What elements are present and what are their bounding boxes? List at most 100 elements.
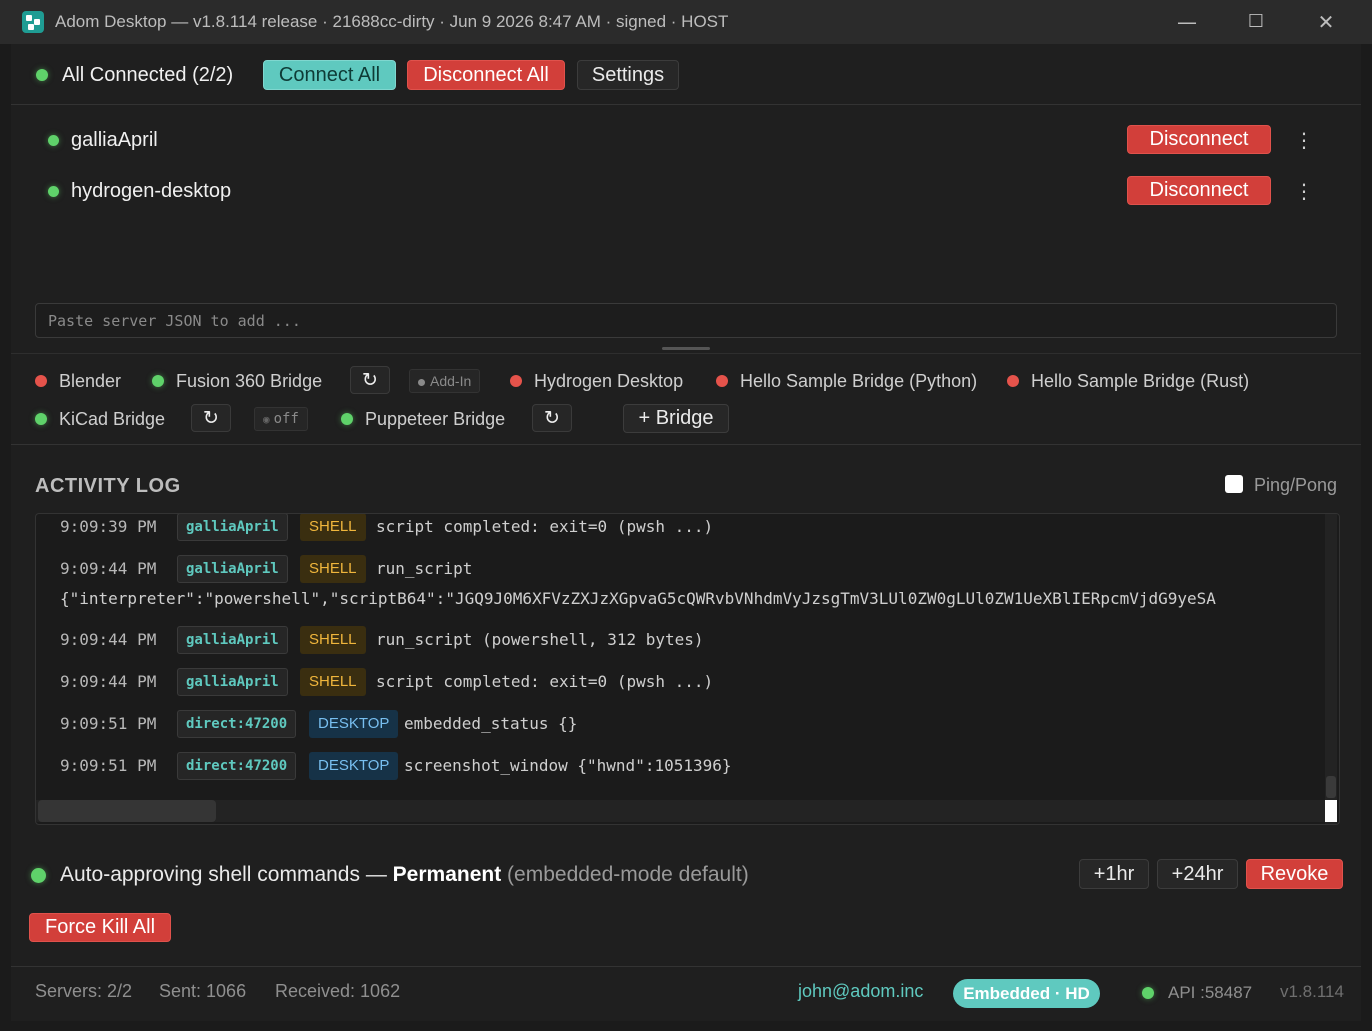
log-type-shell: SHELL	[300, 514, 366, 541]
server-json-input[interactable]	[35, 303, 1337, 338]
scrollbar-corner	[1325, 800, 1337, 822]
vertical-scrollbar-thumb[interactable]	[1326, 776, 1336, 798]
log-source: galliaApril	[177, 668, 288, 696]
maximize-icon[interactable]: ☐	[1241, 8, 1271, 36]
bridge-status-dot	[341, 413, 353, 425]
log-type-desktop: DESKTOP	[309, 710, 399, 738]
server-status-dot	[48, 135, 59, 146]
more-options-icon[interactable]: ⋮	[1294, 130, 1314, 150]
disconnect-server-button[interactable]: Disconnect	[1127, 176, 1271, 205]
settings-button[interactable]: Settings	[577, 60, 679, 90]
minimize-icon[interactable]: —	[1172, 8, 1202, 36]
log-source: direct:47200	[177, 752, 297, 780]
received-count: Received: 1062	[275, 981, 401, 1001]
log-time: 9:09:51 PM	[60, 714, 157, 733]
bridge-blender[interactable]: Blender	[59, 371, 121, 392]
connection-status: All Connected (2/2)	[62, 64, 234, 86]
divider	[11, 353, 1361, 354]
bridge-hydrogen-desktop[interactable]: Hydrogen Desktop	[534, 371, 683, 392]
log-type-shell: SHELL	[300, 626, 366, 654]
approval-status-dot	[31, 868, 46, 883]
eye-off-icon: ◉	[263, 413, 270, 426]
add-in-label: Add-In	[430, 373, 472, 389]
reload-icon[interactable]: ↻	[191, 404, 231, 432]
ping-pong-checkbox[interactable]	[1225, 475, 1243, 493]
bridge-kicad[interactable]: KiCad Bridge	[59, 409, 165, 430]
bridge-status-dot	[716, 375, 728, 387]
add-in-tag[interactable]: Add-In	[409, 369, 481, 393]
reload-icon[interactable]: ↻	[532, 404, 572, 432]
server-name: galliaApril	[71, 129, 158, 151]
approval-mode: Permanent	[392, 863, 502, 886]
approval-label: Auto-approving shell commands —	[60, 863, 393, 886]
horizontal-scrollbar[interactable]	[36, 800, 1325, 822]
add-in-dot-icon	[418, 378, 425, 386]
ping-pong-label: Ping/Pong	[1254, 475, 1338, 495]
servers-count: Servers: 2/2	[35, 981, 133, 1001]
reload-icon[interactable]: ↻	[350, 366, 390, 394]
mode-badge: Embedded · HD	[953, 979, 1100, 1008]
log-time: 9:09:44 PM	[60, 630, 157, 649]
sent-count: Sent: 1066	[159, 981, 247, 1001]
bridge-status-dot	[35, 413, 47, 425]
connect-all-button[interactable]: Connect All	[263, 60, 396, 90]
activity-log[interactable]: 9:09:39 PM galliaApril SHELL script comp…	[35, 513, 1340, 825]
vertical-scrollbar[interactable]	[1325, 514, 1337, 824]
bridge-hello-rust[interactable]: Hello Sample Bridge (Rust)	[1031, 371, 1249, 392]
log-message: embedded_status {}	[404, 714, 578, 733]
log-source: galliaApril	[177, 555, 288, 583]
resize-handle[interactable]	[662, 347, 710, 350]
approval-suffix: (embedded-mode default)	[501, 863, 749, 886]
approval-status-text: Auto-approving shell commands — Permanen…	[60, 863, 749, 887]
server-status-dot	[48, 186, 59, 197]
log-type-shell: SHELL	[300, 668, 366, 696]
log-time: 9:09:51 PM	[60, 756, 157, 775]
plus-24hr-button[interactable]: +24hr	[1157, 859, 1238, 889]
force-kill-all-button[interactable]: Force Kill All	[29, 913, 171, 942]
log-message-payload: {"interpreter":"powershell","scriptB64":…	[60, 589, 1216, 608]
log-message: run_script	[376, 559, 473, 578]
log-message: screenshot_window {"hwnd":1051396}	[404, 756, 732, 775]
bridge-puppeteer[interactable]: Puppeteer Bridge	[365, 409, 505, 430]
bridge-status-dot	[1007, 375, 1019, 387]
main-panel: All Connected (2/2) Connect All Disconne…	[11, 44, 1361, 1021]
log-time: 9:09:39 PM	[60, 517, 157, 536]
revoke-button[interactable]: Revoke	[1246, 859, 1343, 889]
off-tag[interactable]: ◉ off	[254, 407, 308, 431]
log-entry: 9:09:44 PM galliaApril SHELL run_script …	[36, 625, 1326, 655]
log-entry: 9:09:39 PM galliaApril SHELL script comp…	[36, 514, 1326, 542]
bridge-hello-python[interactable]: Hello Sample Bridge (Python)	[740, 371, 977, 392]
title-bar: Adom Desktop — v1.8.114 release · 21688c…	[0, 0, 1372, 44]
add-bridge-button[interactable]: + Bridge	[623, 404, 729, 433]
bridge-fusion-360[interactable]: Fusion 360 Bridge	[176, 371, 322, 392]
api-port: API :58487	[1168, 983, 1253, 1002]
activity-log-heading: ACTIVITY LOG	[35, 475, 181, 497]
api-status-dot	[1142, 987, 1154, 999]
app-logo-icon	[22, 11, 44, 33]
log-type-shell: SHELL	[300, 555, 366, 583]
horizontal-scrollbar-thumb[interactable]	[38, 800, 216, 822]
log-type-desktop: DESKTOP	[309, 752, 399, 780]
divider	[11, 966, 1361, 967]
user-email[interactable]: john@adom.inc	[798, 981, 923, 1002]
close-icon[interactable]: ✕	[1311, 8, 1341, 36]
window-title: Adom Desktop — v1.8.114 release · 21688c…	[55, 12, 729, 31]
status-dot	[36, 69, 48, 81]
disconnect-all-button[interactable]: Disconnect All	[407, 60, 565, 90]
log-message: run_script (powershell, 312 bytes)	[376, 630, 704, 649]
version-label: v1.8.114	[1280, 982, 1344, 1001]
log-source: galliaApril	[177, 626, 288, 654]
divider	[11, 104, 1361, 105]
disconnect-server-button[interactable]: Disconnect	[1127, 125, 1271, 154]
log-entry: 9:09:51 PM direct:47200 DESKTOP embedded…	[36, 709, 1326, 739]
more-options-icon[interactable]: ⋮	[1294, 181, 1314, 201]
bridge-status-dot	[35, 375, 47, 387]
bridge-status-dot	[152, 375, 164, 387]
log-message: script completed: exit=0 (pwsh ...)	[376, 517, 714, 536]
divider	[11, 444, 1361, 445]
bridge-status-dot	[510, 375, 522, 387]
plus-1hr-button[interactable]: +1hr	[1079, 859, 1149, 889]
server-name: hydrogen-desktop	[71, 180, 232, 202]
log-entry: 9:09:51 PM direct:47200 DESKTOP screensh…	[36, 751, 1326, 781]
off-label: off	[273, 411, 299, 427]
